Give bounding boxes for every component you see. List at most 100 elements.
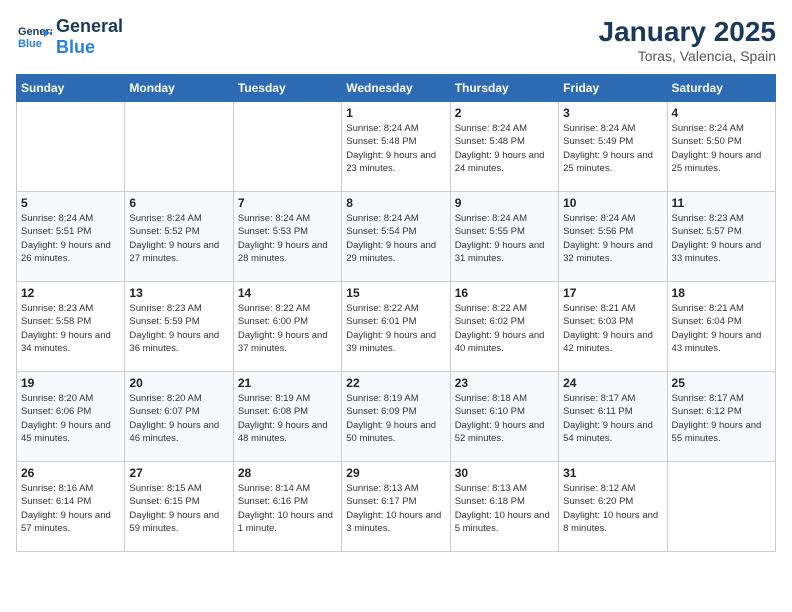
calendar-cell — [667, 462, 775, 552]
calendar-cell: 21Sunrise: 8:19 AM Sunset: 6:08 PM Dayli… — [233, 372, 341, 462]
day-number: 11 — [672, 196, 771, 210]
calendar-cell: 14 Sunrise: 8:22 AM Sunset: 6:00 PM Dayli… — [233, 282, 341, 372]
day-number: 3 — [563, 106, 662, 120]
calendar-subtitle: Toras, Valencia, Spain — [599, 48, 776, 64]
day-info: Sunrise: 8:19 AM Sunset: 6:09 PM Dayligh… — [346, 392, 445, 445]
calendar-cell: 15Sunrise: 8:22 AM Sunset: 6:01 PM Dayli… — [342, 282, 450, 372]
day-info: Sunrise: 8:24 AM Sunset: 5:55 PM Dayligh… — [455, 212, 554, 265]
calendar-title: January 2025 — [599, 16, 776, 48]
calendar-cell: 30 Sunrise: 8:13 AM Sunset: 6:18 PM Dayli… — [450, 462, 558, 552]
page-header: General Blue General Blue January 2025 T… — [16, 16, 776, 64]
calendar-cell: 10 Sunrise: 8:24 AM Sunset: 5:56 PM Dayli… — [559, 192, 667, 282]
calendar-week-row: 1 Sunrise: 8:24 AM Sunset: 5:48 PM Daylig… — [17, 102, 776, 192]
day-number: 30 — [455, 466, 554, 480]
calendar-cell — [233, 102, 341, 192]
calendar-cell: 8 Sunrise: 8:24 AM Sunset: 5:54 PM Daylig… — [342, 192, 450, 282]
calendar-cell: 23Sunrise: 8:18 AM Sunset: 6:10 PM Dayli… — [450, 372, 558, 462]
day-number: 17 — [563, 286, 662, 300]
day-number: 24 — [563, 376, 662, 390]
logo-blue-text: Blue — [56, 37, 95, 57]
weekday-header: Tuesday — [233, 75, 341, 102]
day-number: 6 — [129, 196, 228, 210]
weekday-header: Thursday — [450, 75, 558, 102]
day-number: 20 — [129, 376, 228, 390]
day-info: Sunrise: 8:23 AM Sunset: 5:57 PM Dayligh… — [672, 212, 771, 265]
day-number: 13 — [129, 286, 228, 300]
day-number: 27 — [129, 466, 228, 480]
day-info: Sunrise: 8:24 AM Sunset: 5:54 PM Dayligh… — [346, 212, 445, 265]
day-info: Sunrise: 8:22 AM Sunset: 6:00 PM Dayligh… — [238, 302, 337, 355]
logo: General Blue General Blue — [16, 16, 123, 58]
day-info: Sunrise: 8:24 AM Sunset: 5:56 PM Dayligh… — [563, 212, 662, 265]
weekday-row: SundayMondayTuesdayWednesdayThursdayFrid… — [17, 75, 776, 102]
day-info: Sunrise: 8:17 AM Sunset: 6:12 PM Dayligh… — [672, 392, 771, 445]
calendar-cell: 16 Sunrise: 8:22 AM Sunset: 6:02 PM Dayli… — [450, 282, 558, 372]
weekday-header: Friday — [559, 75, 667, 102]
calendar-cell: 9 Sunrise: 8:24 AM Sunset: 5:55 PM Daylig… — [450, 192, 558, 282]
day-info: Sunrise: 8:17 AM Sunset: 6:11 PM Dayligh… — [563, 392, 662, 445]
day-info: Sunrise: 8:14 AM Sunset: 6:16 PM Dayligh… — [238, 482, 337, 535]
day-number: 12 — [21, 286, 120, 300]
day-info: Sunrise: 8:20 AM Sunset: 6:06 PM Dayligh… — [21, 392, 120, 445]
day-info: Sunrise: 8:24 AM Sunset: 5:52 PM Dayligh… — [129, 212, 228, 265]
day-info: Sunrise: 8:23 AM Sunset: 5:58 PM Dayligh… — [21, 302, 120, 355]
day-number: 29 — [346, 466, 445, 480]
day-info: Sunrise: 8:24 AM Sunset: 5:53 PM Dayligh… — [238, 212, 337, 265]
calendar-cell: 22Sunrise: 8:19 AM Sunset: 6:09 PM Dayli… — [342, 372, 450, 462]
calendar-cell: 24 Sunrise: 8:17 AM Sunset: 6:11 PM Dayli… — [559, 372, 667, 462]
calendar-cell: 28 Sunrise: 8:14 AM Sunset: 6:16 PM Dayli… — [233, 462, 341, 552]
day-info: Sunrise: 8:13 AM Sunset: 6:18 PM Dayligh… — [455, 482, 554, 535]
calendar-cell: 6 Sunrise: 8:24 AM Sunset: 5:52 PM Daylig… — [125, 192, 233, 282]
day-info: Sunrise: 8:19 AM Sunset: 6:08 PM Dayligh… — [238, 392, 337, 445]
calendar-body: 1 Sunrise: 8:24 AM Sunset: 5:48 PM Daylig… — [17, 102, 776, 552]
day-number: 4 — [672, 106, 771, 120]
calendar-header: SundayMondayTuesdayWednesdayThursdayFrid… — [17, 75, 776, 102]
day-number: 14 — [238, 286, 337, 300]
calendar-cell: 7 Sunrise: 8:24 AM Sunset: 5:53 PM Daylig… — [233, 192, 341, 282]
day-info: Sunrise: 8:23 AM Sunset: 5:59 PM Dayligh… — [129, 302, 228, 355]
day-number: 25 — [672, 376, 771, 390]
day-number: 19 — [21, 376, 120, 390]
svg-text:Blue: Blue — [18, 38, 42, 50]
day-number: 1 — [346, 106, 445, 120]
calendar-cell: 19 Sunrise: 8:20 AM Sunset: 6:06 PM Dayli… — [17, 372, 125, 462]
day-info: Sunrise: 8:24 AM Sunset: 5:51 PM Dayligh… — [21, 212, 120, 265]
calendar-cell: 4 Sunrise: 8:24 AM Sunset: 5:50 PM Daylig… — [667, 102, 775, 192]
calendar-cell: 25 Sunrise: 8:17 AM Sunset: 6:12 PM Dayli… — [667, 372, 775, 462]
calendar-table: SundayMondayTuesdayWednesdayThursdayFrid… — [16, 74, 776, 552]
calendar-week-row: 26 Sunrise: 8:16 AM Sunset: 6:14 PM Dayli… — [17, 462, 776, 552]
calendar-week-row: 19 Sunrise: 8:20 AM Sunset: 6:06 PM Dayli… — [17, 372, 776, 462]
day-info: Sunrise: 8:15 AM Sunset: 6:15 PM Dayligh… — [129, 482, 228, 535]
calendar-cell: 1 Sunrise: 8:24 AM Sunset: 5:48 PM Daylig… — [342, 102, 450, 192]
logo-icon: General Blue — [16, 19, 52, 55]
calendar-cell: 3 Sunrise: 8:24 AM Sunset: 5:49 PM Daylig… — [559, 102, 667, 192]
day-info: Sunrise: 8:24 AM Sunset: 5:48 PM Dayligh… — [346, 122, 445, 175]
day-number: 10 — [563, 196, 662, 210]
day-info: Sunrise: 8:22 AM Sunset: 6:02 PM Dayligh… — [455, 302, 554, 355]
day-number: 2 — [455, 106, 554, 120]
calendar-cell: 12 Sunrise: 8:23 AM Sunset: 5:58 PM Dayli… — [17, 282, 125, 372]
weekday-header: Monday — [125, 75, 233, 102]
day-number: 7 — [238, 196, 337, 210]
day-info: Sunrise: 8:24 AM Sunset: 5:48 PM Dayligh… — [455, 122, 554, 175]
day-number: 26 — [21, 466, 120, 480]
calendar-week-row: 12 Sunrise: 8:23 AM Sunset: 5:58 PM Dayli… — [17, 282, 776, 372]
day-info: Sunrise: 8:22 AM Sunset: 6:01 PM Dayligh… — [346, 302, 445, 355]
calendar-cell — [125, 102, 233, 192]
logo-general-text: General — [56, 16, 123, 36]
day-info: Sunrise: 8:16 AM Sunset: 6:14 PM Dayligh… — [21, 482, 120, 535]
day-number: 9 — [455, 196, 554, 210]
calendar-cell: 11 Sunrise: 8:23 AM Sunset: 5:57 PM Dayli… — [667, 192, 775, 282]
day-info: Sunrise: 8:24 AM Sunset: 5:49 PM Dayligh… — [563, 122, 662, 175]
calendar-cell: 20Sunrise: 8:20 AM Sunset: 6:07 PM Dayli… — [125, 372, 233, 462]
calendar-cell: 2 Sunrise: 8:24 AM Sunset: 5:48 PM Daylig… — [450, 102, 558, 192]
calendar-cell: 18Sunrise: 8:21 AM Sunset: 6:04 PM Dayli… — [667, 282, 775, 372]
day-number: 28 — [238, 466, 337, 480]
calendar-cell: 13 Sunrise: 8:23 AM Sunset: 5:59 PM Dayli… — [125, 282, 233, 372]
day-number: 5 — [21, 196, 120, 210]
day-number: 8 — [346, 196, 445, 210]
day-info: Sunrise: 8:21 AM Sunset: 6:04 PM Dayligh… — [672, 302, 771, 355]
day-info: Sunrise: 8:24 AM Sunset: 5:50 PM Dayligh… — [672, 122, 771, 175]
calendar-week-row: 5 Sunrise: 8:24 AM Sunset: 5:51 PM Daylig… — [17, 192, 776, 282]
day-number: 16 — [455, 286, 554, 300]
